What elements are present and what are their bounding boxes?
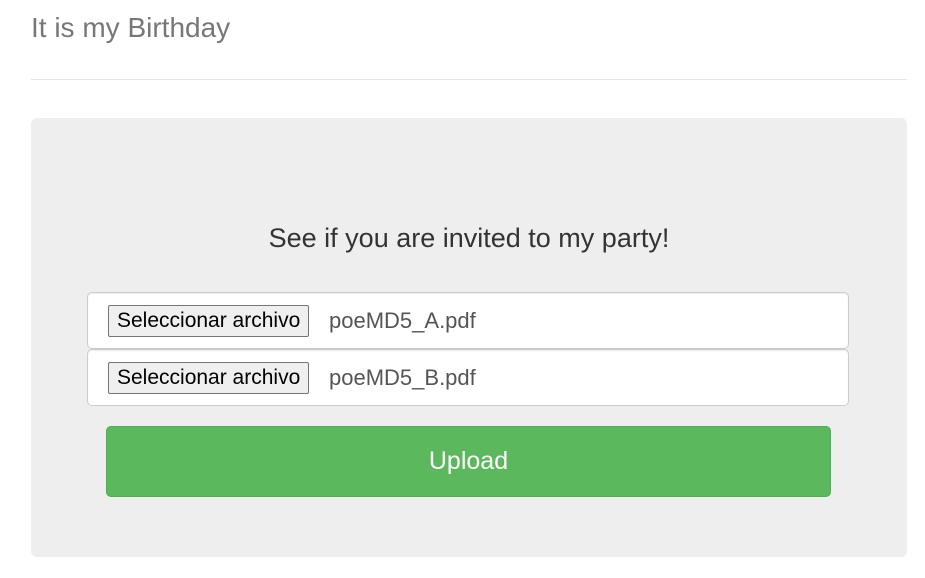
selected-file-name-a: poeMD5_A.pdf [329,308,476,333]
upload-panel: See if you are invited to my party! Sele… [31,118,907,557]
upload-button[interactable]: Upload [106,426,831,497]
choose-file-button-b[interactable]: Seleccionar archivo [108,362,310,394]
site-header: It is my Birthday [31,0,907,80]
file-input-b[interactable]: Seleccionar archivo poeMD5_B.pdf [87,349,849,406]
page: It is my Birthday See if you are invited… [0,0,925,578]
selected-file-name-b: poeMD5_B.pdf [329,365,476,390]
file-input-a[interactable]: Seleccionar archivo poeMD5_A.pdf [87,292,849,349]
page-title: It is my Birthday [31,12,231,43]
invite-prompt-heading: See if you are invited to my party! [268,223,670,253]
choose-file-button-a[interactable]: Seleccionar archivo [108,305,310,337]
